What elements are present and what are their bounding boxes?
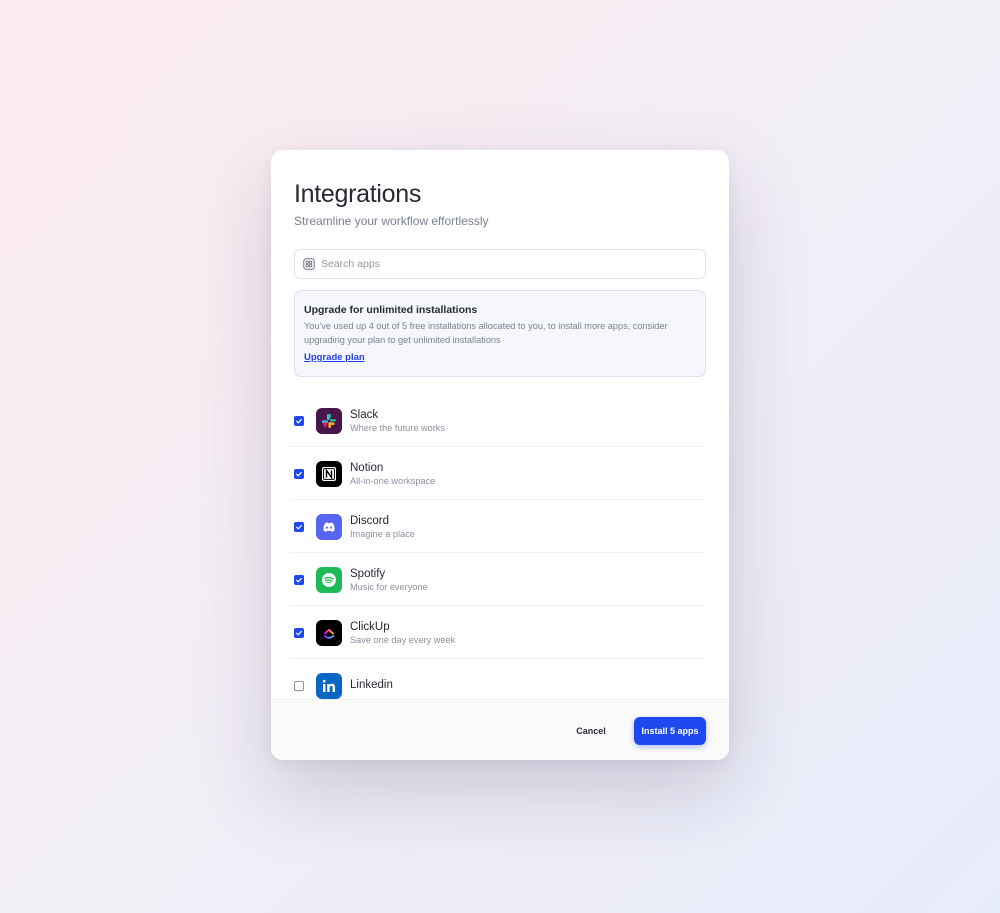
app-description: Music for everyone [350,581,428,592]
spotify-checkbox[interactable] [294,574,304,585]
discord-logo-icon [316,513,342,540]
apps-search-icon [303,258,315,270]
app-description: Save one day every week [350,634,456,645]
check-icon [296,524,302,529]
notion-logo-icon [316,460,342,487]
install-apps-button[interactable]: Install 5 apps [634,717,706,745]
modal-subtitle: Streamline your workflow effortlessly [294,214,489,228]
linkedin-checkbox[interactable] [294,680,304,691]
app-list[interactable]: Slack Where the future works Notion All-… [271,394,729,699]
check-icon [296,418,302,423]
app-description: Where the future works [350,422,445,433]
app-name: Spotify [350,567,386,580]
app-name: Linkedin [350,678,393,691]
modal-title: Integrations [294,180,422,208]
search-box[interactable] [294,249,706,279]
clickup-checkbox[interactable] [294,627,304,638]
app-name: ClickUp [350,620,390,633]
notice-body: You've used up 4 out of 5 free installat… [304,321,668,345]
app-name: Slack [350,408,379,421]
clickup-logo-icon [316,619,342,646]
integrations-modal: Integrations Streamline your workflow ef… [271,150,729,760]
spotify-logo-icon [316,566,342,593]
check-icon [296,471,302,476]
slack-logo-icon [316,407,342,434]
list-item-spotify[interactable]: Spotify Music for everyone [290,553,704,606]
notice-title: Upgrade for unlimited installations [304,304,478,316]
cancel-button[interactable]: Cancel [567,720,615,742]
app-name: Discord [350,514,389,527]
upgrade-notice: Upgrade for unlimited installations You'… [294,290,706,377]
notion-checkbox[interactable] [294,468,304,479]
list-item-linkedin[interactable]: Linkedin [290,659,704,699]
linkedin-logo-icon [316,672,342,699]
check-icon [296,577,302,582]
app-description: All-in-one workspace [350,475,436,486]
slack-checkbox[interactable] [294,415,304,426]
list-item-notion[interactable]: Notion All-in-one workspace [290,447,704,500]
upgrade-plan-link[interactable]: Upgrade plan [304,352,365,363]
list-item-clickup[interactable]: ClickUp Save one day every week [290,606,704,659]
search-input[interactable] [321,258,705,270]
discord-checkbox[interactable] [294,521,304,532]
check-icon [296,630,302,635]
list-item-slack[interactable]: Slack Where the future works [290,394,704,447]
list-item-discord[interactable]: Discord Imagine a place [290,500,704,553]
app-name: Notion [350,461,384,474]
modal-footer: Cancel Install 5 apps [271,699,729,760]
app-description: Imagine a place [350,528,415,539]
